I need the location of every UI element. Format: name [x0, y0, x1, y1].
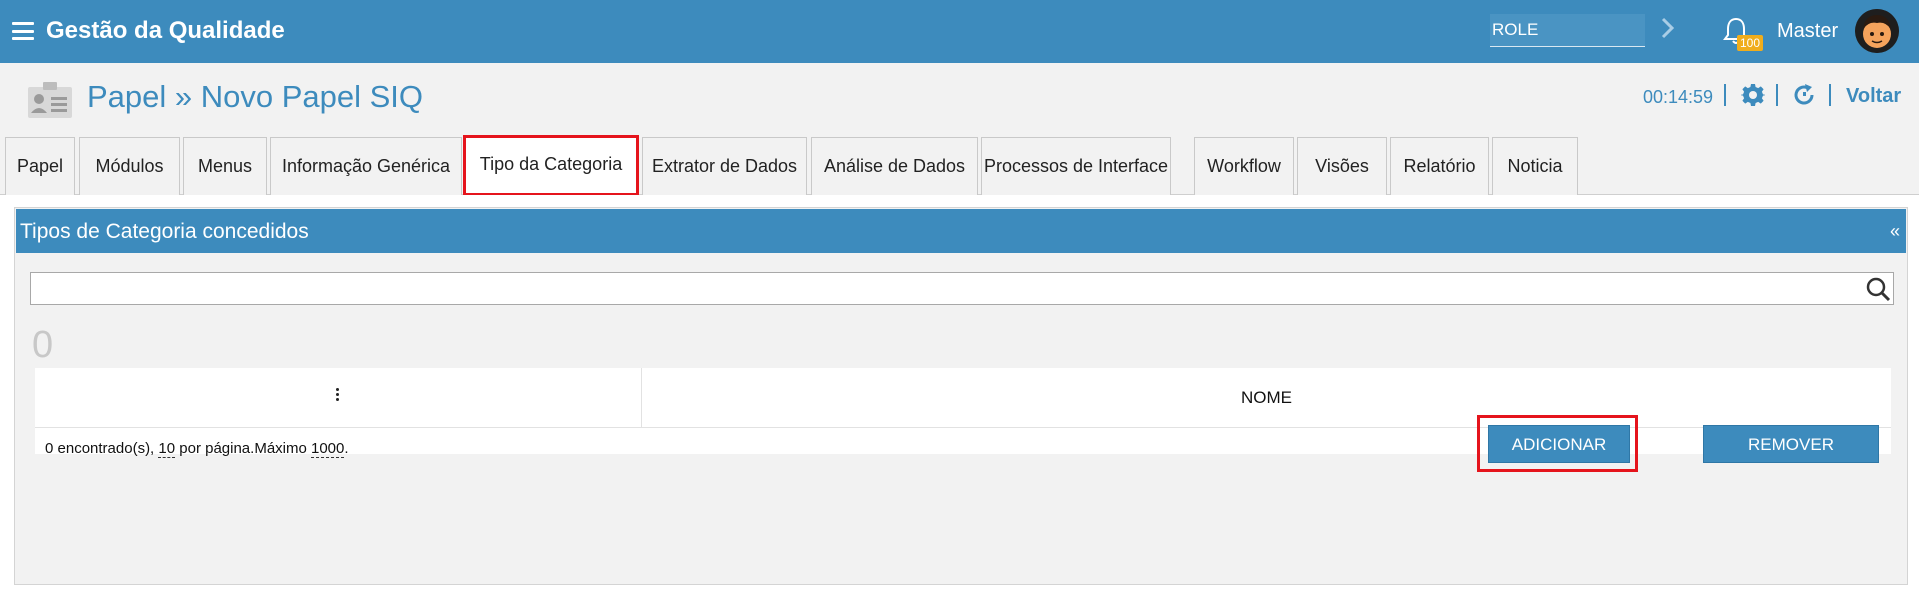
notification-badge: 100 [1737, 35, 1764, 51]
chevron-right-icon[interactable] [1660, 16, 1676, 40]
tab-menus[interactable]: Menus [183, 137, 267, 195]
column-header-actions[interactable] [35, 368, 642, 428]
column-header-nome[interactable]: NOME [642, 368, 1891, 428]
tab-analise-de-dados[interactable]: Análise de Dados [811, 137, 978, 195]
max-selector[interactable]: 1000 [311, 440, 345, 458]
tab-relatorio[interactable]: Relatório [1390, 137, 1489, 195]
footer-end: . [344, 440, 349, 457]
panel-title: Tipos de Categoria concedidos [20, 220, 309, 243]
role-input[interactable] [1490, 14, 1645, 47]
gear-icon[interactable] [1741, 83, 1765, 107]
session-timer: 00:14:59 [1643, 87, 1714, 107]
tab-processos-de-interface[interactable]: Processos de Interface [981, 137, 1171, 195]
collapse-icon[interactable]: « [1890, 221, 1900, 242]
divider [1829, 84, 1831, 106]
divider [1776, 84, 1778, 106]
pagination-info: 0 encontrado(s), 10 por página.Máximo 10… [45, 440, 349, 458]
page-header: Papel » Novo Papel SIQ 00:14:59 Voltar [0, 63, 1919, 135]
page-title: Papel » Novo Papel SIQ [87, 79, 424, 114]
add-button[interactable]: ADICIONAR [1488, 425, 1630, 463]
tab-tipo-da-categoria[interactable]: Tipo da Categoria [463, 135, 639, 196]
refresh-icon[interactable] [1792, 83, 1816, 107]
tab-bar: Papel Módulos Menus Informação Genérica … [0, 135, 1919, 196]
tab-workflow[interactable]: Workflow [1194, 137, 1294, 195]
tab-papel[interactable]: Papel [5, 137, 75, 195]
remove-button[interactable]: REMOVER [1703, 425, 1879, 463]
avatar[interactable] [1855, 9, 1899, 53]
tab-extrator-de-dados[interactable]: Extrator de Dados [642, 137, 807, 195]
back-link[interactable]: Voltar [1846, 85, 1901, 108]
content-area: Tipos de Categoria concedidos « 0 NOME 0… [0, 195, 1919, 598]
id-card-icon [28, 82, 72, 118]
top-bar: Gestão da Qualidade 100 Master [0, 0, 1919, 63]
tab-modulos[interactable]: Módulos [79, 137, 180, 195]
granted-categories-panel: Tipos de Categoria concedidos « 0 NOME 0… [14, 207, 1908, 585]
menu-icon[interactable] [12, 22, 34, 40]
kebab-menu-icon[interactable] [336, 388, 340, 404]
tab-noticia[interactable]: Noticia [1492, 137, 1578, 195]
divider [1724, 84, 1726, 106]
per-page-selector[interactable]: 10 [158, 440, 176, 458]
panel-header: Tipos de Categoria concedidos « [16, 209, 1906, 253]
per-page-text: por página.Máximo [175, 440, 311, 457]
user-name[interactable]: Master [1777, 20, 1838, 43]
search-input[interactable] [30, 272, 1894, 305]
found-text: 0 encontrado(s), [45, 440, 159, 457]
result-count: 0 [32, 324, 54, 366]
tab-visoes[interactable]: Visões [1297, 137, 1387, 195]
tab-informacao-generica[interactable]: Informação Genérica [270, 137, 462, 195]
app-title: Gestão da Qualidade [46, 17, 285, 44]
search-icon[interactable] [1865, 276, 1891, 302]
